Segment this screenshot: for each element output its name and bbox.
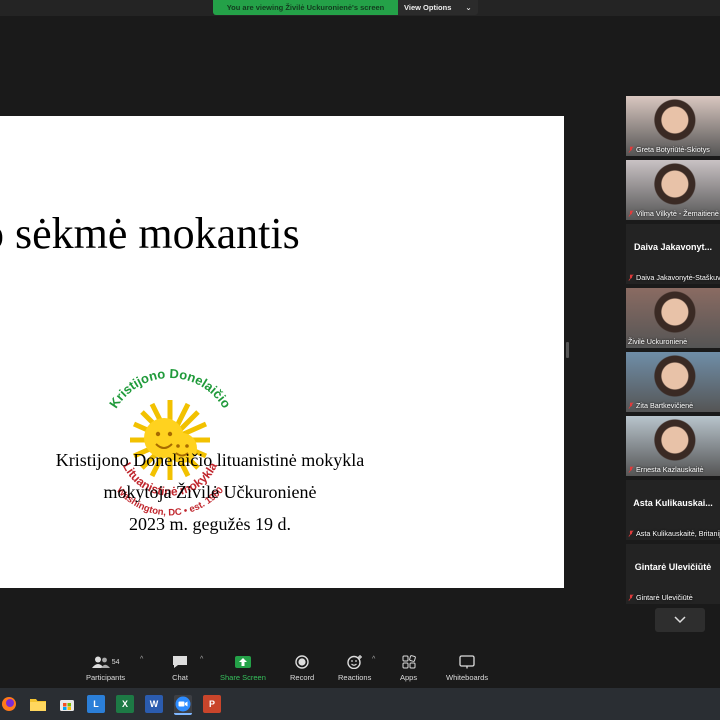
record-icon [295, 655, 309, 669]
participant-name-label: Živilė Uckuronienė [628, 337, 687, 346]
participant-name: Gintarė Ulevičiūtė [636, 593, 693, 602]
apps-icon [402, 655, 416, 669]
participants-caret-icon[interactable]: ^ [140, 656, 143, 663]
reactions-icon [346, 655, 362, 669]
participant-name: Vilma Vilkytė - Žemaitienė [636, 209, 719, 218]
muted-mic-icon [628, 146, 634, 153]
participants-label: Participants [86, 673, 126, 682]
slide-line-school: Kristijono Donelaičio lituanistinė mokyk… [55, 450, 365, 470]
zoom-icon[interactable] [174, 695, 192, 715]
participant-name-label: Ernesta Kazlauskaitė [628, 465, 704, 474]
slide-title: ko sėkmė mokantis [0, 209, 300, 258]
muted-mic-icon [628, 274, 634, 281]
muted-mic-icon [628, 466, 634, 473]
file-explorer-icon[interactable] [29, 695, 47, 713]
participant-name-label: Gintarė Ulevičiūtė [628, 593, 693, 602]
participant-name-label: Asta Kulikauskaitė, Britanija [628, 529, 720, 538]
whiteboards-button[interactable]: Whiteboards [446, 654, 488, 682]
chat-label: Chat [172, 673, 188, 682]
participant-display-name: Asta Kulikauskai... [633, 498, 713, 508]
whiteboards-label: Whiteboards [446, 673, 489, 682]
participant-name: Ernesta Kazlauskaitė [636, 465, 704, 474]
muted-mic-icon [628, 530, 634, 537]
splitter-handle[interactable] [566, 342, 569, 358]
participants-count: 54 [111, 658, 120, 666]
firefox-icon[interactable] [0, 695, 18, 713]
participant-name-label: Zita Bartkevičienė [628, 401, 693, 410]
windows-taskbar: L X W P [0, 688, 720, 720]
participant-tile[interactable]: Ernesta Kazlauskaitė [626, 416, 720, 476]
muted-mic-icon [628, 594, 634, 601]
record-button[interactable]: Record [290, 654, 314, 682]
store-icon[interactable] [58, 695, 76, 713]
chat-caret-icon[interactable]: ^ [200, 656, 203, 663]
meeting-controls: 54 Participants ^ Chat ^ Share Screen Re… [0, 646, 720, 688]
muted-mic-icon [628, 210, 634, 217]
participant-name-label: Daiva Jakavonytė-Staškuvienė [628, 273, 720, 282]
reactions-label: Reactions [338, 673, 372, 682]
chevron-down-icon: ⌄ [465, 3, 472, 12]
apps-button[interactable]: Apps [400, 654, 417, 682]
participant-tile[interactable]: Živilė Uckuronienė [626, 288, 720, 348]
slide-line-teacher: mokytoja Živilė Učkuronienė [103, 482, 317, 502]
participant-tile[interactable]: Asta Kulikauskai... Asta Kulikauskaitė, B… [626, 480, 720, 540]
participant-tile[interactable]: Greta Botyriūtė-Skiotys [626, 96, 720, 156]
participant-name: Asta Kulikauskaitė, Britanija [636, 529, 720, 538]
chat-button[interactable]: Chat [172, 654, 188, 682]
apps-label: Apps [400, 673, 418, 682]
participant-tile[interactable]: Vilma Vilkytė - Žemaitienė [626, 160, 720, 220]
share-screen-label: Share Screen [220, 673, 266, 682]
share-screen-icon [234, 656, 251, 668]
participant-name: Zita Bartkevičienė [636, 401, 694, 410]
participant-name-label: Vilma Vilkytė - Žemaitienė [628, 209, 719, 218]
reactions-caret-icon[interactable]: ^ [372, 656, 375, 663]
participant-name: Živilė Uckuronienė [628, 337, 688, 346]
participant-display-name: Gintarė Ulevičiūtė [634, 562, 712, 572]
participant-tile[interactable]: Daiva Jakavonyt... Daiva Jakavonytė-Stašk… [626, 224, 720, 284]
view-options-label: View Options [404, 3, 452, 12]
viewing-screen-message: You are viewing Živilė Uckuronienė's scr… [213, 0, 398, 15]
participants-icon [91, 656, 110, 668]
muted-mic-icon [628, 402, 634, 409]
share-screen-button[interactable]: Share Screen [220, 654, 266, 682]
l-app-icon[interactable]: L [87, 695, 105, 713]
view-options-button[interactable]: View Options ⌄ [398, 0, 478, 15]
share-banner: You are viewing Živilė Uckuronienė's scr… [213, 0, 478, 15]
excel-icon[interactable]: X [116, 695, 134, 713]
word-icon[interactable]: W [145, 695, 163, 713]
record-label: Record [290, 673, 315, 682]
reactions-button[interactable]: Reactions [338, 654, 371, 682]
whiteboard-icon [459, 655, 475, 669]
participant-tile[interactable]: Gintarė Ulevičiūtė Gintarė Ulevičiūtė [626, 544, 720, 604]
participant-display-name: Daiva Jakavonyt... [633, 242, 713, 252]
participant-name-label: Greta Botyriūtė-Skiotys [628, 145, 710, 154]
participant-name: Daiva Jakavonytė-Staškuvienė [636, 273, 720, 282]
chat-icon [173, 656, 187, 668]
slide-line-date: 2023 m. gegužės 19 d. [129, 514, 291, 534]
participants-button[interactable]: 54 Participants [86, 654, 125, 682]
powerpoint-icon[interactable]: P [203, 695, 221, 713]
chevron-down-icon [674, 616, 686, 624]
participant-gallery: Greta Botyriūtė-Skiotys Vilma Vilkytė - Ž… [626, 96, 720, 636]
participant-name: Greta Botyriūtė-Skiotys [636, 145, 710, 154]
presentation-slide: ko sėkmė mokantis Kristijono Donelaičio [0, 116, 564, 588]
gallery-next-button[interactable] [655, 608, 705, 632]
participant-tile[interactable]: Zita Bartkevičienė [626, 352, 720, 412]
school-logo: Kristijono Donelaičio Lituanistinė mokyk… [106, 366, 234, 519]
